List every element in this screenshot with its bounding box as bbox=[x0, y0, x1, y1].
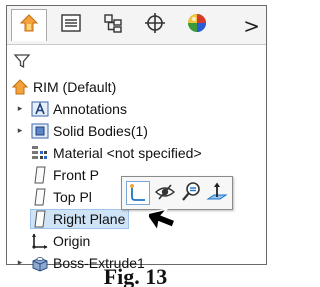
manager-tabs: > bbox=[7, 6, 266, 45]
tree-item-label: Origin bbox=[53, 233, 91, 249]
expand-arrow-icon[interactable]: ▸ bbox=[15, 104, 25, 114]
mouse-pointer-icon bbox=[144, 198, 187, 241]
display-manager-icon bbox=[185, 11, 209, 40]
figure-caption: Fig. 13 bbox=[103, 266, 168, 287]
tree-item-material[interactable]: Material <not specified> bbox=[15, 142, 202, 164]
tree-item-label: Top Pl bbox=[53, 189, 92, 205]
tab-dimxpert-manager[interactable] bbox=[137, 9, 173, 41]
filter-icon[interactable] bbox=[13, 52, 33, 70]
material-icon bbox=[31, 144, 49, 162]
plane-icon bbox=[31, 166, 49, 184]
tree-item-label: Front P bbox=[53, 167, 99, 183]
property-manager-icon bbox=[60, 12, 82, 39]
normal-to-icon bbox=[206, 182, 228, 207]
solid-bodies-icon bbox=[31, 122, 49, 140]
tree-root-label: RIM (Default) bbox=[33, 79, 117, 95]
part-icon bbox=[11, 78, 29, 96]
expand-arrow-icon[interactable]: ▸ bbox=[15, 126, 25, 136]
tree-item-label: Material <not specified> bbox=[53, 145, 202, 161]
tab-display-manager[interactable] bbox=[179, 9, 215, 41]
tree-root[interactable]: RIM (Default) bbox=[11, 76, 116, 98]
sketch-icon bbox=[127, 184, 149, 208]
tree-item-right-plane[interactable]: Right Plane bbox=[15, 208, 130, 230]
tree-item-label: Annotations bbox=[53, 101, 127, 117]
feature-manager-icon bbox=[17, 11, 41, 40]
tab-configuration-manager[interactable] bbox=[95, 9, 131, 41]
sketch-button[interactable] bbox=[126, 181, 150, 205]
tree-item-top-plane[interactable]: Top Pl bbox=[15, 186, 92, 208]
configuration-manager-icon bbox=[102, 12, 124, 39]
tab-feature-manager[interactable] bbox=[11, 9, 47, 41]
feature-manager-panel: > RIM (Default) ▸ Annotations ▸ Solid Bo… bbox=[6, 5, 267, 272]
annotations-icon bbox=[31, 100, 49, 118]
tree-item-label: Right Plane bbox=[53, 211, 126, 227]
selection-highlight: Right Plane bbox=[29, 209, 130, 229]
origin-icon bbox=[31, 232, 49, 250]
tab-property-manager[interactable] bbox=[53, 9, 89, 41]
tree-item-label: Solid Bodies(1) bbox=[53, 123, 148, 139]
plane-icon bbox=[31, 188, 49, 206]
tabs-more-chevron[interactable]: > bbox=[243, 14, 260, 38]
normal-to-button[interactable] bbox=[206, 181, 230, 205]
tree-item-front-plane[interactable]: Front P bbox=[15, 164, 99, 186]
tree-item-origin[interactable]: Origin bbox=[15, 230, 90, 252]
plane-icon bbox=[31, 210, 49, 228]
dimxpert-manager-icon bbox=[143, 11, 167, 40]
tree-item-annotations[interactable]: ▸ Annotations bbox=[15, 98, 127, 120]
tree-item-solid-bodies[interactable]: ▸ Solid Bodies(1) bbox=[15, 120, 148, 142]
